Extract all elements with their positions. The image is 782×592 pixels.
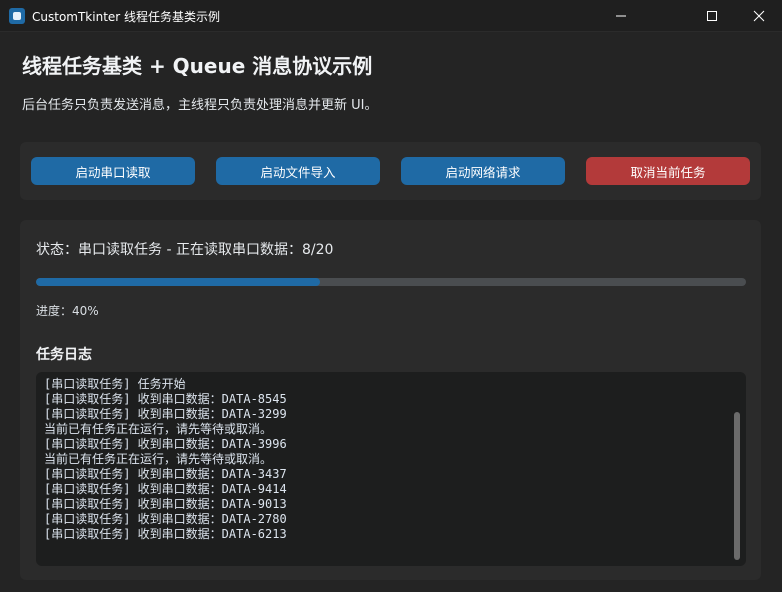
minimize-icon (616, 15, 626, 17)
title-bar[interactable]: CustomTkinter 线程任务基类示例 (0, 0, 782, 32)
log-line: [串口读取任务] 收到串口数据：DATA-3996 (44, 437, 287, 451)
app-icon (9, 8, 25, 24)
close-icon (753, 10, 765, 22)
log-line: 当前已有任务正在运行，请先等待或取消。 (44, 452, 273, 466)
log-line: [串口读取任务] 收到串口数据：DATA-9013 (44, 497, 287, 511)
page-subtitle: 后台任务只负责发送消息，主线程只负责处理消息并更新 UI。 (22, 98, 378, 113)
log-textbox[interactable]: [串口读取任务] 任务开始 [串口读取任务] 收到串口数据：DATA-8545 [串… (36, 372, 746, 566)
cancel-task-button[interactable]: 取消当前任务 (586, 157, 750, 185)
start-serial-read-button[interactable]: 启动串口读取 (31, 157, 195, 185)
close-button[interactable] (736, 0, 782, 32)
log-line: [串口读取任务] 收到串口数据：DATA-2780 (44, 512, 287, 526)
log-line: [串口读取任务] 收到串口数据：DATA-9414 (44, 482, 287, 496)
start-network-request-button[interactable]: 启动网络请求 (401, 157, 565, 185)
status-label: 状态：串口读取任务 - 正在读取串口数据：8/20 (36, 242, 334, 258)
log-line: [串口读取任务] 收到串口数据：DATA-8545 (44, 392, 287, 406)
log-line: 当前已有任务正在运行，请先等待或取消。 (44, 422, 273, 436)
log-line: [串口读取任务] 收到串口数据：DATA-6213 (44, 527, 287, 541)
start-file-import-button[interactable]: 启动文件导入 (216, 157, 380, 185)
log-heading: 任务日志 (36, 347, 92, 363)
progress-bar (36, 278, 746, 286)
minimize-button[interactable] (598, 0, 644, 32)
page-title: 线程任务基类 + Queue 消息协议示例 (22, 54, 373, 78)
progress-bar-fill (36, 278, 320, 286)
log-lines: [串口读取任务] 任务开始 [串口读取任务] 收到串口数据：DATA-8545 [串… (44, 377, 724, 542)
log-line: [串口读取任务] 收到串口数据：DATA-3299 (44, 407, 287, 421)
window-title: CustomTkinter 线程任务基类示例 (32, 10, 221, 24)
log-line: [串口读取任务] 任务开始 (44, 377, 186, 391)
log-scrollbar[interactable] (734, 412, 740, 560)
progress-label: 进度：40% (36, 304, 99, 318)
maximize-icon (707, 11, 717, 21)
maximize-button[interactable] (689, 0, 735, 32)
log-line: [串口读取任务] 收到串口数据：DATA-3437 (44, 467, 287, 481)
